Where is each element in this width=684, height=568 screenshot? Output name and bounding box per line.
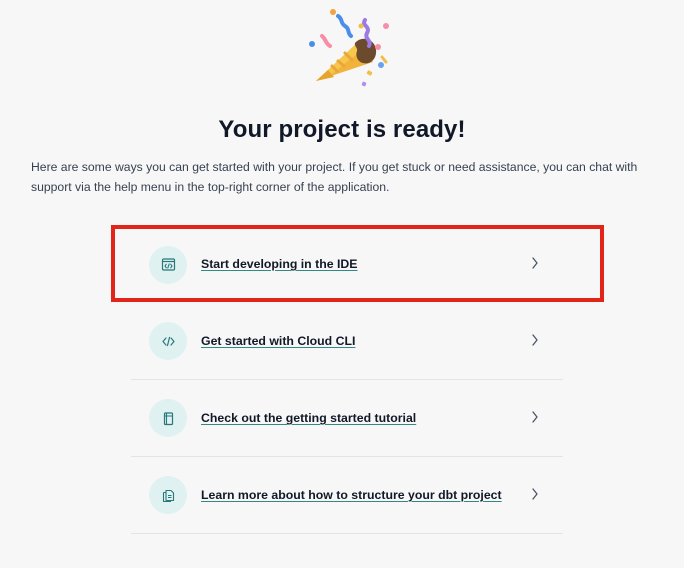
- party-popper-icon: [309, 9, 389, 87]
- option-label: Learn more about how to structure your d…: [201, 488, 502, 502]
- option-label: Get started with Cloud CLI: [201, 334, 356, 348]
- option-label: Start developing in the IDE: [201, 257, 358, 271]
- page-description: Here are some ways you can get started w…: [31, 160, 638, 194]
- code-icon: [149, 322, 187, 360]
- page-title: Your project is ready!: [218, 116, 466, 143]
- structure-dbt-project-link[interactable]: Learn more about how to structure your d…: [131, 457, 563, 534]
- getting-started-tutorial-link[interactable]: Check out the getting started tutorial: [131, 380, 563, 457]
- project-ready-page: Your project is ready! Here are some way…: [0, 0, 684, 568]
- getting-started-options: Start developing in the IDE Get started …: [131, 226, 563, 534]
- documents-icon: [149, 476, 187, 514]
- chevron-right-icon: [532, 334, 538, 346]
- tutorial-icon: [149, 399, 187, 437]
- option-label: Check out the getting started tutorial: [201, 411, 417, 425]
- ide-icon: [149, 245, 187, 284]
- cloud-cli-link[interactable]: Get started with Cloud CLI: [131, 303, 563, 380]
- start-developing-ide-link[interactable]: Start developing in the IDE: [131, 226, 563, 303]
- chevron-right-icon: [532, 257, 538, 269]
- chevron-right-icon: [532, 488, 538, 500]
- chevron-right-icon: [532, 411, 538, 423]
